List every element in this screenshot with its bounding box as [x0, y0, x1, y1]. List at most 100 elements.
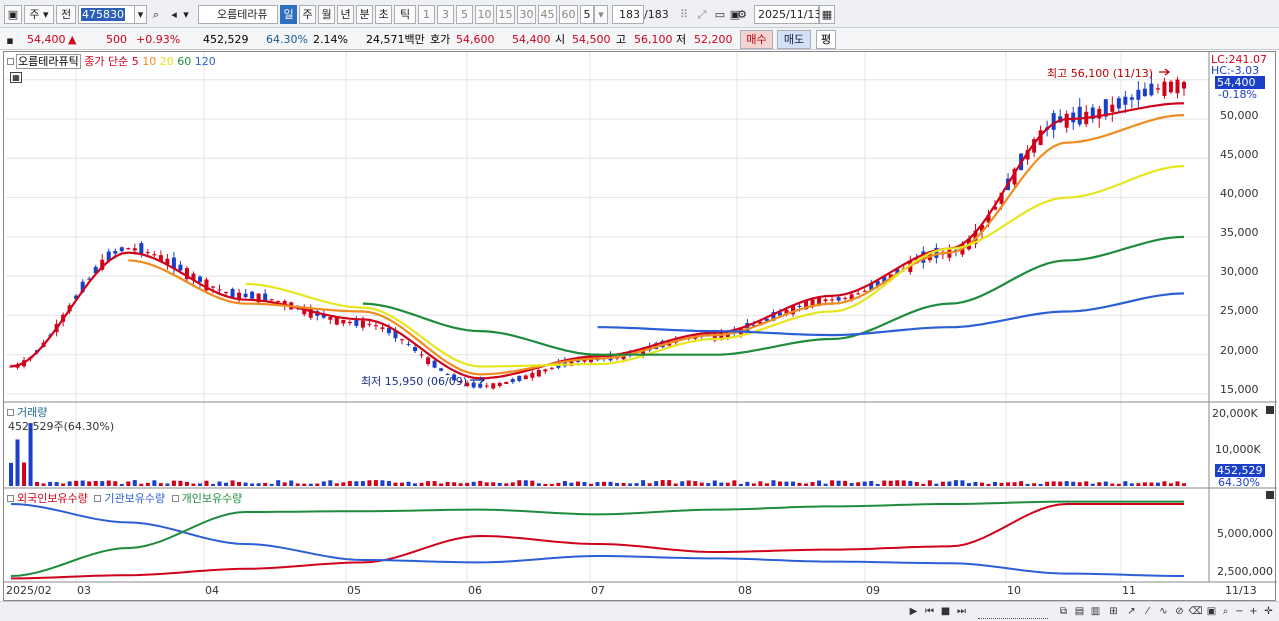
- compare-icon[interactable]: ⧉: [1056, 604, 1071, 619]
- volume-bar: [914, 481, 919, 486]
- interval-1[interactable]: 1: [418, 5, 435, 24]
- volume-bar: [224, 482, 229, 486]
- volume-bar: [211, 483, 216, 486]
- indicator-icon[interactable]: ⊞: [1106, 604, 1121, 619]
- volume-bar: [426, 481, 431, 486]
- price-candle-body: [360, 320, 365, 328]
- market-select[interactable]: 주 ▾: [24, 5, 54, 24]
- line-tool-icon[interactable]: ⁄: [1140, 604, 1155, 619]
- volume-bar: [575, 481, 580, 486]
- volume-bar: [354, 481, 359, 486]
- chart-area[interactable]: 오름테라퓨틱 종가 단순 5 10 20 60 120 ▦ LC:241.07 …: [3, 51, 1277, 601]
- period-tab-minute[interactable]: 분: [356, 5, 373, 24]
- volume-bar: [15, 439, 20, 486]
- price-candle-body: [856, 293, 861, 295]
- period-tab-month[interactable]: 월: [318, 5, 335, 24]
- stock-name-field[interactable]: 오름테라퓨: [198, 5, 278, 24]
- volume-bar: [927, 480, 932, 486]
- zoom-search-icon[interactable]: ⌕: [1218, 604, 1233, 619]
- speaker-dropdown-icon[interactable]: ▾: [181, 5, 191, 24]
- window-icon[interactable]: ▭: [712, 5, 728, 24]
- interval-dropdown-icon[interactable]: ▾: [594, 5, 608, 24]
- volume-bar: [791, 481, 795, 486]
- layout-3-icon[interactable]: ▥: [1088, 604, 1103, 619]
- period-tab-second[interactable]: 초: [375, 5, 392, 24]
- volume-bar: [419, 482, 424, 486]
- x-axis-label: 04: [205, 584, 219, 597]
- erase-tool-icon[interactable]: ⌫: [1188, 604, 1203, 619]
- interval-5[interactable]: 5: [456, 5, 473, 24]
- volume-bar: [1006, 482, 1011, 486]
- volume-bar: [119, 483, 124, 486]
- zoom-in-icon[interactable]: +: [1246, 604, 1261, 619]
- layout-icon[interactable]: ▣: [4, 5, 22, 24]
- price-candle-body: [328, 317, 333, 320]
- wave-tool-icon[interactable]: ∿: [1156, 604, 1171, 619]
- volume-bar: [67, 481, 72, 486]
- code-dropdown-icon[interactable]: ▾: [134, 5, 147, 24]
- interval-3[interactable]: 3: [437, 5, 454, 24]
- draw-tool-icon[interactable]: ⤢: [694, 5, 710, 24]
- layout-2-icon[interactable]: ▤: [1072, 604, 1087, 619]
- volume-bar: [686, 480, 691, 486]
- quote-link-icon[interactable]: ▪: [4, 31, 16, 50]
- volume-bar: [804, 483, 809, 486]
- zoom-slider[interactable]: [978, 604, 1048, 619]
- zoom-out-icon[interactable]: −: [1232, 604, 1247, 619]
- volume-bar: [269, 483, 274, 486]
- link-icon[interactable]: ⠿: [676, 5, 692, 24]
- volume-bar: [986, 483, 991, 486]
- interval-10[interactable]: 10: [475, 5, 494, 24]
- volume-bar: [888, 480, 893, 486]
- stop-icon[interactable]: ■: [938, 604, 953, 619]
- high-price: 56,100: [634, 33, 673, 46]
- search-icon[interactable]: ⌕: [148, 5, 164, 24]
- price-candle-body: [836, 297, 841, 301]
- price-candle-body: [497, 382, 502, 387]
- volume-bar: [673, 483, 678, 486]
- volume-bar: [445, 481, 450, 486]
- period-tab-year[interactable]: 년: [337, 5, 354, 24]
- volume-bar: [953, 480, 958, 486]
- date-input[interactable]: 2025/11/13: [754, 5, 821, 24]
- bar-count-input[interactable]: 183: [612, 5, 644, 24]
- volume-panel-close-icon[interactable]: [1266, 406, 1274, 414]
- volume-bar: [1136, 483, 1141, 486]
- volume-bar: [191, 483, 196, 486]
- first-page-icon[interactable]: ⏮: [922, 604, 937, 619]
- stock-code-input[interactable]: 475830: [78, 5, 136, 24]
- sell-button[interactable]: 매도: [777, 30, 811, 49]
- buy-button[interactable]: 매수: [740, 30, 773, 49]
- volume-bar: [843, 480, 848, 486]
- prev-button[interactable]: 전: [56, 5, 76, 24]
- table-view-icon[interactable]: ▦: [10, 72, 22, 83]
- fibo-tool-icon[interactable]: ⊘: [1172, 604, 1187, 619]
- volume-bar: [393, 482, 398, 486]
- volume-bar: [999, 482, 1004, 486]
- interval-15[interactable]: 15: [496, 5, 515, 24]
- average-button[interactable]: 평: [816, 30, 836, 49]
- holding-panel-close-icon[interactable]: [1266, 491, 1274, 499]
- trendline-icon[interactable]: ↗: [1124, 604, 1139, 619]
- volume-bar: [204, 480, 209, 486]
- price-candle-body: [413, 347, 418, 351]
- save-chart-icon[interactable]: ▣: [1204, 604, 1219, 619]
- period-tab-week[interactable]: 주: [299, 5, 316, 24]
- calendar-icon[interactable]: ▦: [819, 5, 835, 24]
- scroll-right-icon[interactable]: ▶: [906, 604, 921, 619]
- interval-45[interactable]: 45: [538, 5, 557, 24]
- interval-60[interactable]: 60: [559, 5, 578, 24]
- period-tab-tick[interactable]: 틱: [394, 5, 416, 24]
- price-candle-body: [1110, 104, 1115, 112]
- volume-bar: [817, 480, 822, 486]
- legend-stock-name[interactable]: 오름테라퓨틱: [16, 54, 81, 69]
- speaker-icon[interactable]: ◂: [166, 5, 182, 24]
- interval-input[interactable]: 5: [580, 5, 594, 24]
- interval-30[interactable]: 30: [517, 5, 536, 24]
- volume-bar: [1168, 483, 1173, 486]
- last-page-icon[interactable]: ⏭: [954, 604, 969, 619]
- settings-gear-icon[interactable]: ⚙: [734, 5, 750, 24]
- period-tab-day[interactable]: 일: [280, 5, 297, 24]
- price-candle-body: [341, 319, 346, 324]
- crosshair-icon[interactable]: ✛: [1261, 604, 1276, 619]
